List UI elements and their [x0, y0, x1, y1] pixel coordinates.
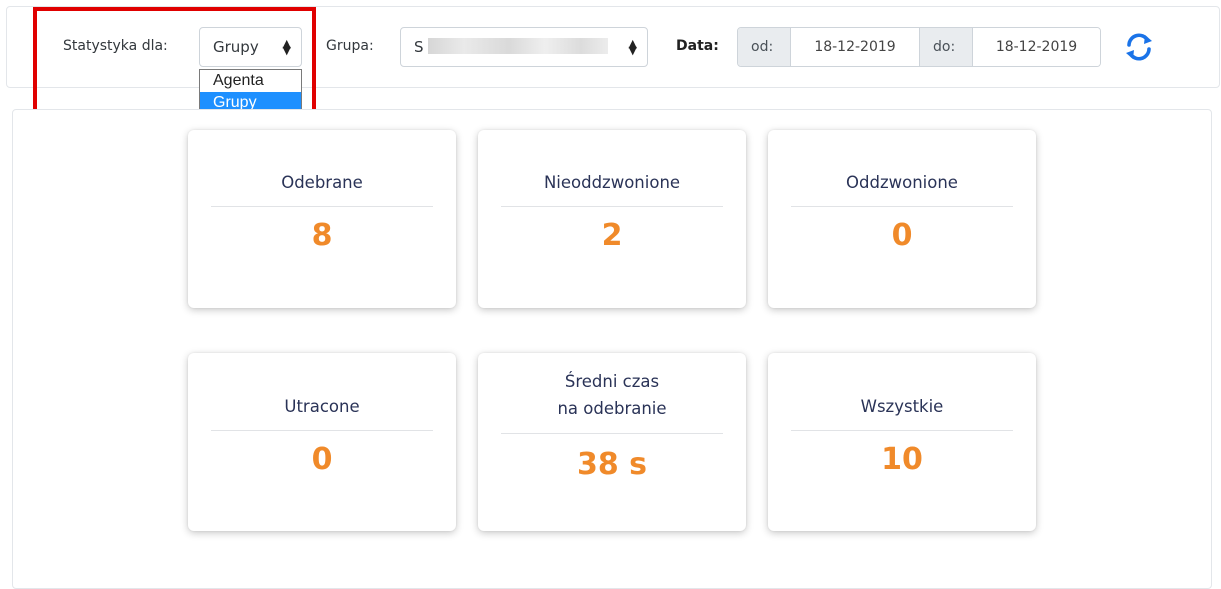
stat-card-value: 8 — [311, 218, 333, 253]
group-select-value: S — [414, 38, 424, 56]
stat-card-title: Odebrane — [281, 173, 363, 192]
stat-card-value: 2 — [601, 218, 623, 253]
sort-arrows-icon: ▲ ▼ — [628, 37, 637, 57]
stat-card-value: 0 — [891, 218, 913, 253]
stat-card-title-line1: Średni czas — [564, 372, 660, 391]
card-divider — [211, 430, 433, 431]
stat-card-title-line2: na odebranie — [557, 399, 667, 418]
card-divider — [211, 206, 433, 207]
card-divider — [501, 433, 723, 434]
stat-card-utracone: Utracone 0 — [188, 353, 456, 531]
from-label: od: — [738, 28, 790, 66]
date-label: Data: — [676, 38, 719, 54]
stat-card-wszystkie: Wszystkie 10 — [768, 353, 1036, 531]
stat-card-odebrane: Odebrane 8 — [188, 130, 456, 308]
stat-card-sredni-czas: Średni czas na odebranie 38 s — [478, 353, 746, 531]
refresh-icon — [1126, 33, 1152, 61]
card-divider — [501, 206, 723, 207]
stat-card-title: Wszystkie — [860, 397, 944, 416]
card-divider — [791, 206, 1013, 207]
stat-card-value: 38 s — [576, 447, 648, 482]
stat-card-oddzwonione: Oddzwonione 0 — [768, 130, 1036, 308]
group-label: Grupa: — [326, 38, 374, 54]
from-date-input[interactable]: 18-12-2019 — [790, 28, 920, 66]
card-divider — [791, 430, 1013, 431]
to-date-input[interactable]: 18-12-2019 — [972, 28, 1100, 66]
redacted-group-name — [428, 38, 608, 54]
stat-card-value: 10 — [881, 442, 923, 477]
stat-card-value: 0 — [311, 442, 333, 477]
stat-card-title: Oddzwonione — [846, 173, 958, 192]
stat-card-title: Nieoddzwonione — [543, 173, 681, 192]
stat-card-nieoddzwonione: Nieoddzwonione 2 — [478, 130, 746, 308]
date-range-group: od: 18-12-2019 do: 18-12-2019 — [737, 27, 1101, 67]
to-label: do: — [920, 28, 972, 66]
refresh-button[interactable] — [1119, 27, 1159, 67]
stat-card-title: Utracone — [284, 397, 360, 416]
